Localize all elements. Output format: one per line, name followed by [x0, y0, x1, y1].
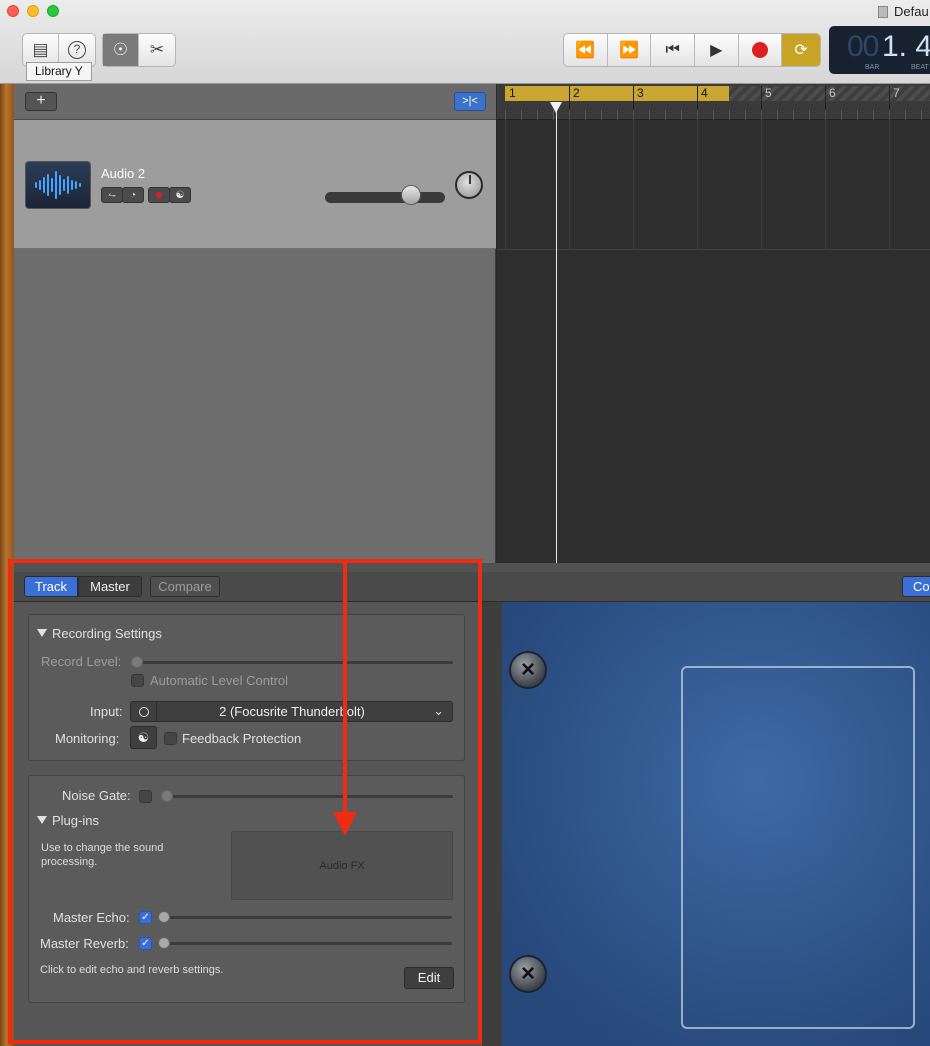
record-enable-icon	[156, 192, 162, 198]
fast-forward-button[interactable]: ⏩	[608, 34, 652, 66]
rewind-icon: ⏪	[575, 42, 596, 59]
smart-controls-icon: ☉	[112, 40, 129, 59]
record-icon	[751, 42, 768, 58]
bar-grid-line	[633, 120, 634, 249]
playhead-handle[interactable]	[550, 102, 562, 113]
add-track-button[interactable]: +	[25, 92, 57, 111]
library-icon: ▤	[32, 40, 49, 59]
bar-grid-line	[889, 120, 890, 249]
cycle-region[interactable]	[505, 86, 729, 101]
ruler-bar-number: 3	[637, 86, 644, 100]
track-header-bar: + >|<	[14, 84, 496, 120]
play-icon: ▶	[710, 42, 723, 59]
bar-grid-line	[697, 120, 698, 249]
go-to-beginning-button[interactable]: ⏮	[651, 34, 695, 66]
plus-icon: +	[36, 92, 46, 109]
rewind-button[interactable]: ⏪	[564, 34, 608, 66]
help-icon: ?	[68, 41, 86, 59]
lcd-leading-digits: 00	[847, 30, 879, 63]
ruler-beat-ticks	[505, 110, 930, 120]
document-icon	[878, 6, 888, 18]
bar-grid-line	[761, 120, 762, 249]
skip-back-icon: ⏮	[665, 41, 680, 58]
cycle-button[interactable]: ⟳	[782, 34, 820, 66]
minimize-window-button[interactable]	[27, 5, 39, 17]
ruler-bar-number: 7	[893, 86, 900, 100]
editors-button[interactable]: ✂	[139, 34, 175, 66]
annotation-arrow-shaft	[343, 561, 347, 814]
bar-grid-line	[505, 120, 506, 249]
solo-button[interactable]: ◔	[122, 187, 144, 203]
screw-icon: ×	[509, 955, 547, 993]
playhead[interactable]	[556, 104, 557, 564]
cycle-icon: ⟳	[794, 42, 808, 59]
lcd-beat-label: BEAT	[911, 64, 929, 71]
smart-controls-button[interactable]: ☉	[103, 34, 139, 66]
bar-grid-line	[569, 120, 570, 249]
catch-playhead-icon: >|<	[462, 95, 478, 107]
controls-button[interactable]: Co	[902, 576, 930, 597]
track-lane-divider	[497, 249, 930, 250]
monitoring-icon: ☯	[175, 189, 185, 201]
amp-display-frame	[681, 666, 915, 1029]
edit-buttons-group: ☉ ✂	[102, 33, 176, 67]
headphones-icon: ◔	[129, 189, 137, 201]
tracks-area[interactable]	[497, 120, 930, 563]
panel-divider	[482, 602, 502, 1046]
ruler-bar-number: 4	[701, 86, 708, 100]
lcd-bar-label: BAR	[865, 64, 880, 71]
screw-icon: ×	[509, 651, 547, 689]
play-button[interactable]: ▶	[695, 34, 739, 66]
ruler-bar-number: 5	[765, 86, 772, 100]
pan-indicator	[469, 175, 471, 184]
record-button[interactable]	[739, 34, 783, 66]
scissors-icon: ✂	[149, 40, 165, 59]
audio-track-icon	[25, 161, 91, 209]
lcd-position: 1. 4	[882, 30, 930, 63]
ruler-bar-number: 1	[509, 86, 516, 100]
volume-slider-knob[interactable]	[401, 185, 421, 205]
bar-grid-line	[825, 120, 826, 249]
record-enable-button[interactable]	[148, 187, 170, 203]
window-title: Defau	[878, 4, 929, 19]
pan-knob[interactable]	[455, 171, 483, 199]
annotation-arrow-icon	[333, 812, 357, 836]
ruler-bar-number: 6	[829, 86, 836, 100]
fast-forward-icon: ⏩	[619, 42, 639, 59]
library-tooltip: Library Y	[26, 62, 92, 81]
ruler-bar-number: 2	[573, 86, 580, 100]
input-monitoring-button[interactable]: ☯	[169, 187, 191, 203]
highlight-box	[8, 559, 482, 1044]
track-header-audio-2[interactable]: Audio 2 ⥊ ◔ ☯	[14, 120, 496, 249]
volume-slider[interactable]	[325, 192, 445, 203]
close-window-button[interactable]	[7, 5, 19, 17]
lcd-display[interactable]: 00 1. 4 BAR BEAT	[829, 26, 930, 74]
transport-controls: ⏪ ⏩ ⏮ ▶ ⟳	[563, 33, 821, 67]
zoom-window-button[interactable]	[47, 5, 59, 17]
track-list-empty-area	[14, 249, 496, 563]
waveform-icon	[35, 171, 81, 199]
track-name[interactable]: Audio 2	[101, 166, 145, 181]
mute-button[interactable]: ⥊	[101, 187, 123, 203]
catch-playhead-button[interactable]: >|<	[454, 92, 486, 111]
mute-icon: ⥊	[108, 189, 116, 201]
